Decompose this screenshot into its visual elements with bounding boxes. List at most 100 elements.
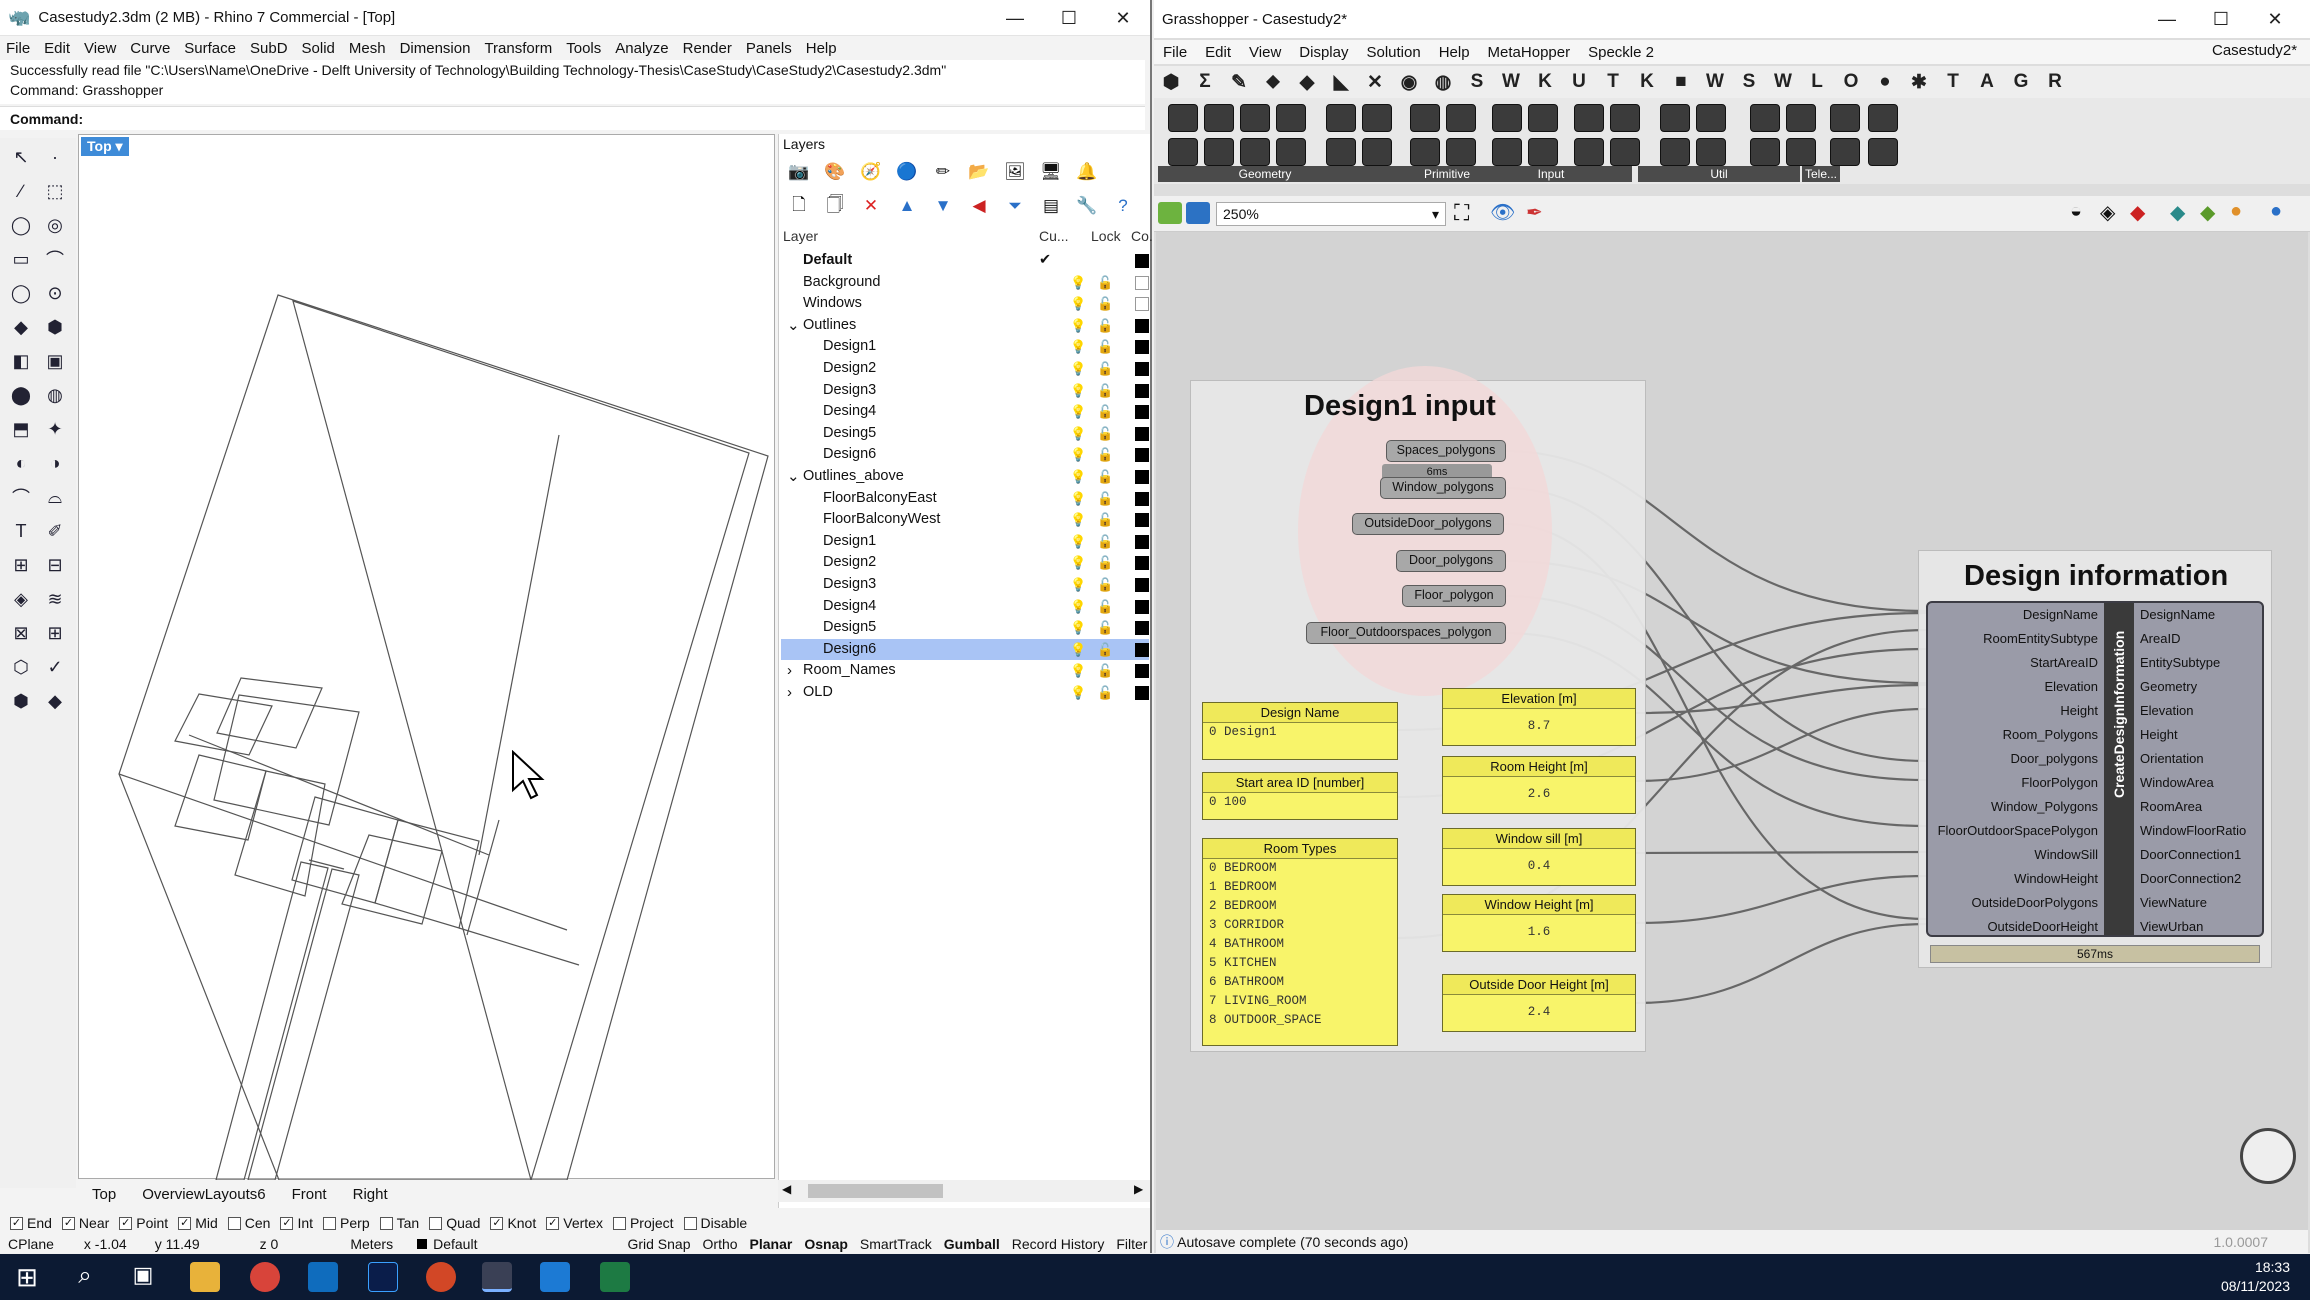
- layer-row[interactable]: Background 💡 🔓: [781, 272, 1149, 293]
- preview-eye-icon[interactable]: 👁: [1490, 200, 1515, 225]
- layer-row[interactable]: Design5 💡 🔓: [781, 617, 1149, 638]
- ribbon-button[interactable]: [1660, 138, 1690, 166]
- layer-row[interactable]: ⌄ Outlines_above 💡 🔓: [781, 466, 1149, 487]
- layer-row[interactable]: Design4 💡 🔓: [781, 596, 1149, 617]
- component-output[interactable]: WindowFloorRatio: [2140, 819, 2246, 843]
- ribbon-button[interactable]: [1276, 138, 1306, 166]
- document-preview-icon[interactable]: ●: [2270, 200, 2282, 223]
- filter-icon[interactable]: ⏷: [1003, 194, 1027, 218]
- ribbon-button[interactable]: [1610, 138, 1640, 166]
- osnap-project[interactable]: Project: [612, 1215, 674, 1231]
- component-tab[interactable]: U: [1562, 71, 1596, 93]
- slider-panel[interactable]: Outside Door Height [m] 2.4: [1442, 974, 1636, 1032]
- tool-icon[interactable]: ✦: [42, 416, 68, 442]
- viewport-tab[interactable]: Front: [292, 1186, 327, 1203]
- param-spaces_polygons[interactable]: Spaces_polygons: [1386, 440, 1506, 462]
- lock-icon[interactable]: 🔓: [1097, 552, 1113, 573]
- layer-color-swatch[interactable]: [1135, 426, 1149, 441]
- layer-row[interactable]: Design3 💡 🔓: [781, 574, 1149, 595]
- viewport-tab[interactable]: Top: [92, 1186, 116, 1203]
- tool-icon[interactable]: ⬡: [8, 654, 34, 680]
- menu-help[interactable]: Help: [806, 40, 837, 57]
- component-tab[interactable]: Σ: [1188, 71, 1222, 93]
- viewport-tab[interactable]: Right: [353, 1186, 388, 1203]
- component-input[interactable]: StartAreaID: [2030, 651, 2098, 675]
- gh-menu-item[interactable]: Display: [1299, 44, 1348, 61]
- tool-icon[interactable]: ⊟: [42, 552, 68, 578]
- tool-icon[interactable]: ◆: [8, 314, 34, 340]
- visibility-bulb-icon[interactable]: 💡: [1070, 682, 1086, 703]
- osnap-quad[interactable]: Quad: [429, 1215, 480, 1231]
- color-wheel-icon[interactable]: 🎨: [823, 160, 847, 184]
- ribbon-button[interactable]: [1204, 104, 1234, 132]
- component-tab[interactable]: ◆: [1290, 71, 1324, 94]
- osnap-knot[interactable]: ✓ Knot: [490, 1215, 536, 1231]
- display-icon[interactable]: 🖼: [1003, 160, 1027, 184]
- status-toggle[interactable]: Grid Snap: [627, 1236, 690, 1252]
- ribbon-button[interactable]: [1786, 104, 1816, 132]
- component-tab[interactable]: O: [1834, 71, 1868, 93]
- component-input[interactable]: Window_Polygons: [1991, 795, 2098, 819]
- component-output[interactable]: ViewNature: [2140, 891, 2207, 915]
- component-input[interactable]: OutsideDoorHeight: [1987, 915, 2098, 939]
- gh-menu-item[interactable]: MetaHopper: [1488, 44, 1571, 61]
- save-file-icon[interactable]: [1186, 202, 1210, 224]
- lock-icon[interactable]: 🔓: [1097, 358, 1113, 379]
- menu-render[interactable]: Render: [683, 40, 732, 57]
- lock-icon[interactable]: 🔓: [1097, 336, 1113, 357]
- tool-icon[interactable]: ◯: [8, 280, 34, 306]
- ribbon-button[interactable]: [1574, 138, 1604, 166]
- file-explorer-icon[interactable]: [190, 1262, 220, 1292]
- component-tab[interactable]: K: [1630, 71, 1664, 93]
- lock-icon[interactable]: 🔓: [1097, 531, 1113, 552]
- sketch-pen-icon[interactable]: ✒: [1526, 200, 1543, 225]
- component-output[interactable]: DoorConnection1: [2140, 843, 2241, 867]
- osnap-tan[interactable]: Tan: [379, 1215, 419, 1231]
- start-button[interactable]: ⊞: [12, 1262, 42, 1292]
- status-toggle[interactable]: Gumball: [944, 1236, 1000, 1252]
- help-icon[interactable]: ?: [1111, 194, 1135, 218]
- tool-icon[interactable]: ◯: [8, 212, 34, 238]
- menu-panels[interactable]: Panels: [746, 40, 792, 57]
- layer-color-swatch[interactable]: [1135, 405, 1149, 420]
- menu-view[interactable]: View: [84, 40, 116, 57]
- ribbon-button[interactable]: [1240, 104, 1270, 132]
- checkbox[interactable]: ✓: [119, 1216, 133, 1230]
- tool-icon[interactable]: ⬢: [42, 314, 68, 340]
- osnap-disable[interactable]: Disable: [683, 1215, 747, 1231]
- ribbon-button[interactable]: [1528, 138, 1558, 166]
- menu-mesh[interactable]: Mesh: [349, 40, 386, 57]
- ribbon-group-label[interactable]: Tele...: [1802, 166, 1840, 182]
- expand-toggle-icon[interactable]: ›: [787, 660, 792, 681]
- navigation-dial-icon[interactable]: [2240, 1128, 2296, 1184]
- component-tab[interactable]: W: [1494, 71, 1528, 93]
- checkbox[interactable]: [227, 1216, 241, 1230]
- minimize-button[interactable]: —: [988, 0, 1042, 36]
- materials-icon[interactable]: 🧭: [859, 160, 883, 184]
- layer-row[interactable]: Desing4 💡 🔓: [781, 401, 1149, 422]
- component-tab[interactable]: ◉: [1392, 71, 1426, 94]
- layer-color-swatch[interactable]: [1135, 275, 1149, 290]
- menu-tools[interactable]: Tools: [566, 40, 601, 57]
- component-output[interactable]: AreaID: [2140, 627, 2180, 651]
- visibility-bulb-icon[interactable]: 💡: [1070, 315, 1086, 336]
- ribbon-button[interactable]: [1362, 138, 1392, 166]
- params-tab[interactable]: ⬢: [1154, 71, 1188, 94]
- param-door_polygons[interactable]: Door_polygons: [1396, 550, 1506, 572]
- component-tab[interactable]: ■: [1664, 71, 1698, 93]
- command-prompt[interactable]: Command:: [0, 106, 1145, 130]
- ribbon-button[interactable]: [1830, 104, 1860, 132]
- open-file-icon[interactable]: [1158, 202, 1182, 224]
- checkbox[interactable]: ✓: [280, 1216, 294, 1230]
- chrome-icon[interactable]: [250, 1262, 280, 1292]
- component-tab[interactable]: S: [1732, 71, 1766, 93]
- visibility-bulb-icon[interactable]: 💡: [1070, 509, 1086, 530]
- tool-icon[interactable]: ◑: [42, 450, 68, 476]
- component-tab[interactable]: ◍: [1426, 71, 1460, 94]
- layer-states-icon[interactable]: ▤: [1039, 194, 1063, 218]
- component-input[interactable]: Height: [2060, 699, 2098, 723]
- gh-menu-item[interactable]: Help: [1439, 44, 1470, 61]
- component-tab[interactable]: W: [1698, 71, 1732, 93]
- tool-icon[interactable]: ∕: [8, 178, 34, 204]
- tool-icon[interactable]: ⌒: [42, 246, 68, 272]
